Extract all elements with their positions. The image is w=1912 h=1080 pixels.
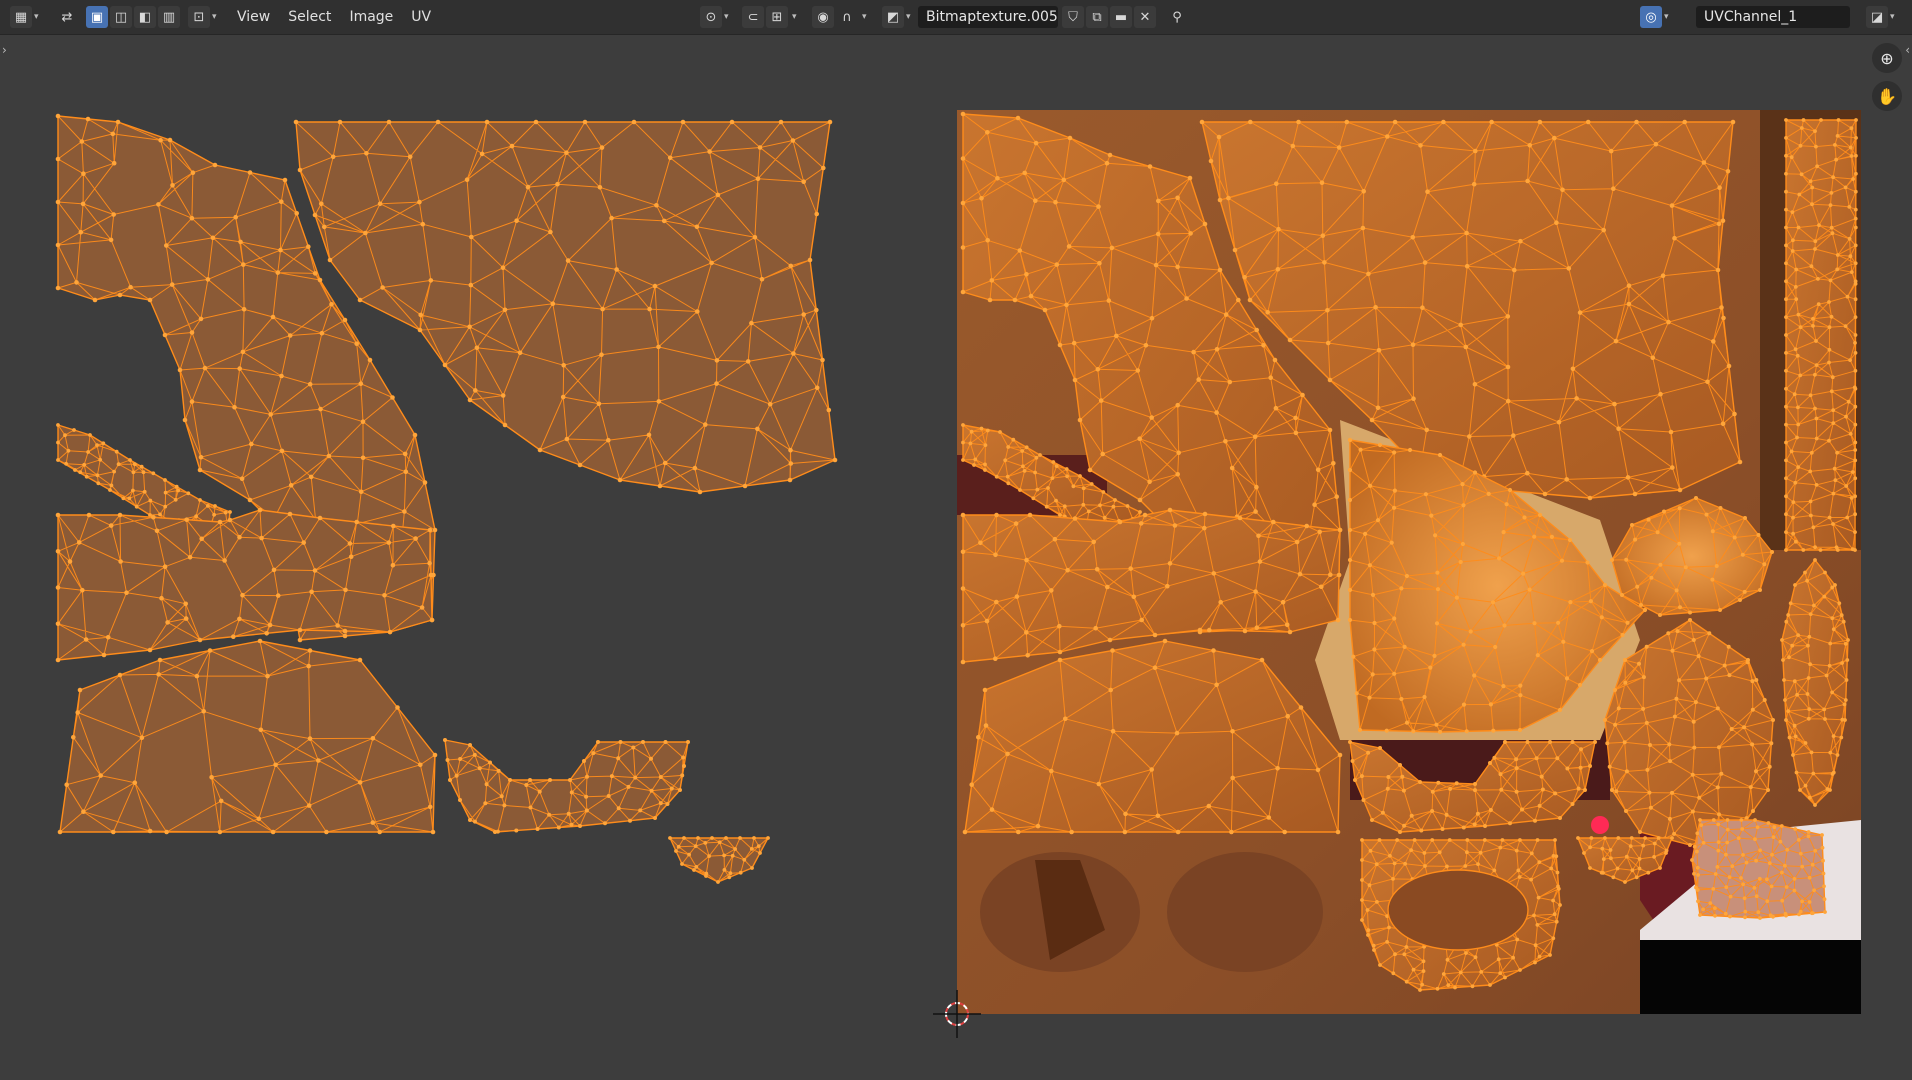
chevron-down-icon[interactable]: ▾ bbox=[724, 12, 729, 22]
vertex-select-icon[interactable]: ▣ bbox=[86, 6, 108, 28]
chevron-down-icon[interactable]: ▾ bbox=[862, 12, 867, 22]
uv-canvas[interactable] bbox=[0, 35, 1912, 1080]
falloff-icon[interactable]: ∩ bbox=[836, 6, 858, 28]
chevron-down-icon[interactable]: ▾ bbox=[1664, 12, 1669, 22]
chevron-down-icon[interactable]: ▾ bbox=[34, 12, 39, 22]
chevron-down-icon[interactable]: ▾ bbox=[792, 12, 797, 22]
editor-type-icon[interactable]: ▦ bbox=[10, 6, 32, 28]
image-browse-icon[interactable]: ◩ bbox=[882, 6, 904, 28]
new-image-icon[interactable]: ⧉ bbox=[1086, 6, 1108, 28]
island-select-icon[interactable]: ▥ bbox=[158, 6, 180, 28]
chevron-down-icon[interactable]: ▾ bbox=[906, 12, 911, 22]
uv-editor-header: ▦ ▾ ⇄ ▣ ◫ ◧ ▥ ⊡ ▾ View Select Image UV ⊙ ▾ … bbox=[0, 0, 1912, 35]
fake-user-icon[interactable]: ⛉ bbox=[1062, 6, 1084, 28]
menu-select[interactable]: Select bbox=[279, 6, 340, 28]
chevron-down-icon[interactable]: ▾ bbox=[212, 12, 217, 22]
menu-view[interactable]: View bbox=[228, 6, 279, 28]
uv-viewport[interactable]: › ‹ ⊕ ✋ bbox=[0, 35, 1912, 1080]
uv-map-field[interactable]: UVChannel_1 bbox=[1696, 6, 1850, 28]
uv-island-cuff[interactable] bbox=[443, 738, 690, 834]
edge-select-icon[interactable]: ◫ bbox=[110, 6, 132, 28]
sticky-select-icon[interactable]: ⊡ bbox=[188, 6, 210, 28]
uv-island-collar[interactable] bbox=[57, 638, 438, 835]
uv-island-front[interactable] bbox=[55, 507, 435, 663]
proportional-icon[interactable]: ◉ bbox=[812, 6, 834, 28]
uv-island-patch[interactable] bbox=[1690, 818, 1827, 920]
open-image-icon[interactable]: ▬ bbox=[1110, 6, 1132, 28]
face-select-icon[interactable]: ◧ bbox=[134, 6, 156, 28]
unlink-image-icon[interactable]: ✕ bbox=[1134, 6, 1156, 28]
snap-target-icon[interactable]: ⊞ bbox=[766, 6, 788, 28]
menu-bar: View Select Image UV bbox=[228, 6, 440, 28]
display-channel-icon[interactable]: ◪ bbox=[1866, 6, 1888, 28]
pin-icon[interactable]: ⚲ bbox=[1166, 6, 1188, 28]
uv-sync-icon[interactable]: ⇄ bbox=[56, 6, 78, 28]
uv-island-band-hole bbox=[1387, 869, 1529, 951]
chevron-down-icon[interactable]: ▾ bbox=[1890, 12, 1895, 22]
menu-uv[interactable]: UV bbox=[402, 6, 440, 28]
uv-island-tab[interactable] bbox=[668, 836, 770, 884]
pivot-icon[interactable]: ⊙ bbox=[700, 6, 722, 28]
image-name-field[interactable]: Bitmaptexture.005 bbox=[918, 6, 1058, 28]
uv-island-vertical-strip[interactable] bbox=[1784, 118, 1858, 552]
snap-icon[interactable]: ⊂ bbox=[742, 6, 764, 28]
render-slot-icon[interactable]: ◎ bbox=[1640, 6, 1662, 28]
menu-image[interactable]: Image bbox=[340, 6, 402, 28]
